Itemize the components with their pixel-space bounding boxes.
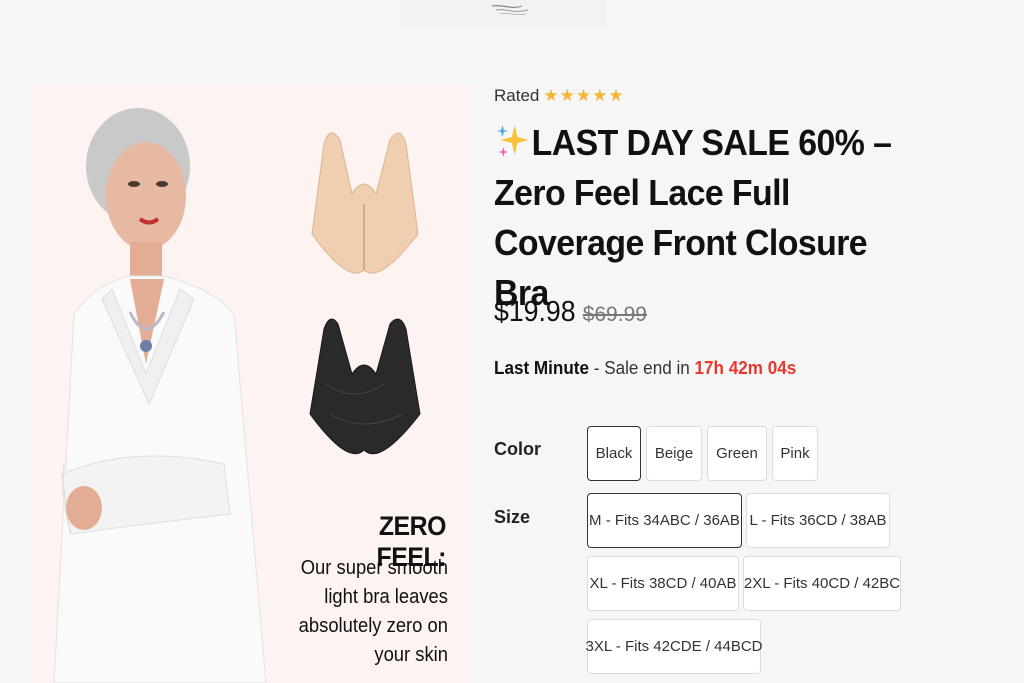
rated-label: Rated [494, 86, 540, 105]
star-icon: ★ [575, 86, 592, 105]
color-option-beige[interactable]: Beige [646, 426, 702, 481]
hero-body-line: light bra leaves [324, 586, 448, 608]
size-option-l[interactable]: L - Fits 36CD / 38AB [746, 493, 890, 548]
color-label: Color [494, 439, 541, 459]
rating-row: Rated ★ ★ ★ ★ ★ [494, 86, 625, 106]
store-logo-icon [491, 4, 529, 15]
product-hero-image[interactable]: ZERO FEEL: Our super smooth light bra le… [34, 84, 470, 683]
hero-body-line: your skin [374, 644, 448, 666]
star-icon: ★ [608, 86, 624, 105]
hero-body-line: absolutely zero on [298, 615, 448, 637]
color-option-green[interactable]: Green [707, 426, 767, 481]
product-title: LAST DAY SALE 60% – Zero Feel Lace Full … [494, 118, 926, 318]
countdown-timer: 17h 42m 04s [694, 358, 797, 378]
sale-prefix: Last Minute [494, 358, 590, 378]
price-row: $19.98 $69.99 [494, 296, 647, 329]
rating-stars: ★ ★ ★ ★ ★ [543, 86, 624, 106]
size-option-xl[interactable]: XL - Fits 38CD / 40AB [587, 556, 739, 611]
star-icon: ★ [559, 86, 575, 105]
product-title-text: LAST DAY SALE 60% – Zero Feel Lace Full … [494, 122, 892, 313]
size-option-3xl[interactable]: 3XL - Fits 42CDE / 44BCD [586, 619, 763, 674]
sparkles-icon [496, 125, 529, 157]
current-price: $19.98 [494, 296, 576, 328]
color-option-pink[interactable]: Pink [772, 426, 818, 481]
sale-countdown: Last Minute - Sale end in 17h 42m 04s [494, 358, 796, 379]
star-icon: ★ [543, 86, 559, 105]
size-label: Size [494, 507, 531, 527]
size-option-m[interactable]: M - Fits 34ABC / 36AB [587, 493, 742, 548]
size-option-2xl[interactable]: 2XL - Fits 40CD / 42BC [743, 556, 901, 611]
hero-body-text: Our super smooth light bra leaves absolu… [260, 554, 448, 670]
color-option-black[interactable]: Black [587, 426, 641, 481]
star-icon: ★ [592, 86, 608, 105]
sale-middle-text: - Sale end in [589, 358, 695, 378]
hero-body-line: Our super smooth [300, 557, 448, 579]
original-price: $69.99 [582, 303, 647, 326]
